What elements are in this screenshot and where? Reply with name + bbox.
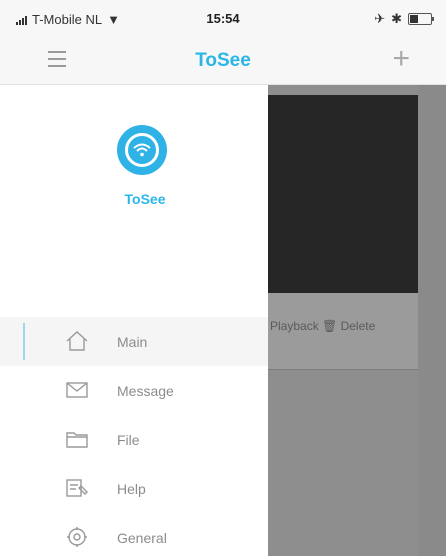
location-icon: ✈ [374, 11, 386, 26]
bluetooth-icon: ✱ [391, 11, 402, 26]
wifi-symbol-icon [133, 143, 151, 157]
status-bar: T-Mobile NL ▼ 15:54 ✈ ✱ [0, 0, 446, 36]
battery-icon [408, 13, 434, 25]
home-icon [66, 331, 88, 351]
envelope-icon [66, 382, 88, 398]
nav-title: ToSee [195, 50, 251, 71]
menu-label-main: Main [117, 334, 148, 350]
menu-label-file: File [117, 432, 140, 448]
video-preview [268, 95, 418, 293]
status-right: ✈ ✱ [374, 11, 434, 27]
side-drawer: ToSee Main Message File Help General [0, 85, 268, 556]
dimmed-content[interactable]: Playback 🗑 Delete [268, 85, 446, 556]
backdrop-edge [418, 85, 446, 556]
folder-icon [66, 432, 88, 448]
menu-item-file[interactable]: File [0, 415, 268, 464]
menu-item-main[interactable]: Main [0, 317, 268, 366]
menu-item-help[interactable]: Help [0, 464, 268, 513]
menu-label-help: Help [117, 481, 146, 497]
playback-delete-label: Playback 🗑 Delete [270, 319, 376, 333]
menu-item-general[interactable]: General [0, 513, 268, 556]
menu-label-message: Message [117, 383, 174, 399]
nav-bar: ToSee + [0, 36, 446, 85]
gear-icon [67, 527, 87, 547]
app-screen: T-Mobile NL ▼ 15:54 ✈ ✱ ToSee + Playback… [0, 0, 446, 556]
menu-label-general: General [117, 530, 167, 546]
help-icon [66, 479, 88, 497]
brand-name: ToSee [124, 191, 166, 207]
drawer-menu: Main Message File Help General [0, 317, 268, 556]
plus-icon[interactable]: + [392, 44, 410, 74]
device-actions-row: Playback 🗑 Delete [268, 293, 418, 370]
menu-item-message[interactable]: Message [0, 366, 268, 415]
tosee-logo-icon [117, 125, 167, 175]
